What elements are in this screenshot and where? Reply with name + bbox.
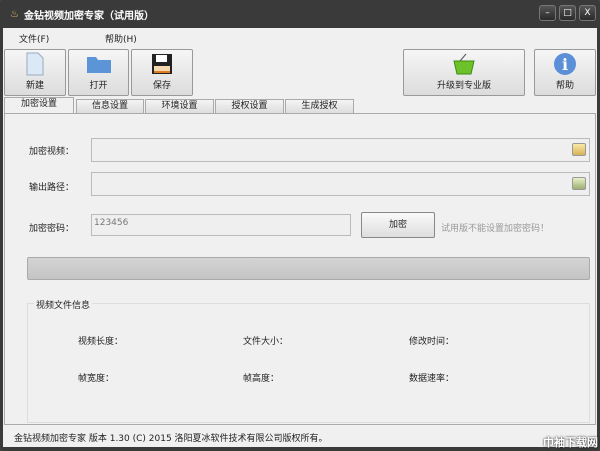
close-button[interactable]: X <box>579 5 596 21</box>
password-input[interactable]: 123456 <box>91 214 351 236</box>
tab-info-settings[interactable]: 信息设置 <box>76 99 144 113</box>
title-bar: ♨ 金钻视频加密专家（试用版） <box>10 7 154 22</box>
maximize-button[interactable]: □ <box>559 5 576 21</box>
menu-file[interactable]: 文件(F) <box>3 28 89 47</box>
app-icon: ♨ <box>10 9 19 20</box>
save-label: 保存 <box>152 81 171 91</box>
tab-license-settings[interactable]: 授权设置 <box>215 99 284 113</box>
video-label: 加密视频： <box>29 147 75 157</box>
open-label: 打开 <box>89 81 108 91</box>
floppy-disk-icon <box>152 54 172 74</box>
upgrade-button[interactable]: 升级到专业版 <box>403 49 525 96</box>
help-button[interactable]: i 帮助 <box>534 49 596 96</box>
encrypt-button[interactable]: 加密 <box>361 212 435 238</box>
tab-generate-license[interactable]: 生成授权 <box>285 99 354 113</box>
info-icon: i <box>554 53 576 75</box>
minimize-button[interactable]: – <box>539 5 556 21</box>
save-button[interactable]: 保存 <box>131 49 193 96</box>
svg-text:i: i <box>562 55 568 74</box>
folder-icon <box>86 57 111 73</box>
menu-bar: 文件(F) 帮助(H) <box>3 28 597 47</box>
password-label: 加密密码： <box>29 224 75 234</box>
open-button[interactable]: 打开 <box>68 49 129 96</box>
tab-environment-settings[interactable]: 环境设置 <box>145 99 214 113</box>
new-file-icon <box>26 52 44 76</box>
tab-bar: 加密设置 信息设置 环境设置 授权设置 生成授权 <box>3 97 597 113</box>
output-label: 输出路径： <box>29 183 75 193</box>
new-button[interactable]: 新建 <box>4 49 66 96</box>
encrypt-settings-panel: 加密视频： 输出路径： 加密密码： 123456 加密 试用版不能设置加密密码！… <box>4 113 596 425</box>
frame-height-label: 帧高度： <box>243 374 280 384</box>
help-label: 帮助 <box>555 81 574 91</box>
browse-output-icon[interactable] <box>572 177 586 190</box>
tab-encrypt-settings[interactable]: 加密设置 <box>4 97 74 113</box>
watermark: 巾袖下载网 <box>543 436 598 449</box>
frame-width-label: 帧宽度： <box>78 374 115 384</box>
video-length-label: 视频长度： <box>78 337 124 347</box>
video-input[interactable] <box>91 138 590 162</box>
trial-hint: 试用版不能设置加密密码！ <box>441 224 550 234</box>
video-info-title: 视频文件信息 <box>34 298 93 311</box>
new-label: 新建 <box>25 81 44 91</box>
shopping-basket-icon <box>453 53 475 75</box>
modified-time-label: 修改时间： <box>409 337 455 347</box>
status-bar-text: 金钻视频加密专家 版本 1.30 (C) 2015 洛阳夏冰软件技术有限公司版权… <box>14 434 328 444</box>
file-size-label: 文件大小： <box>243 337 289 347</box>
data-rate-label: 数据速率： <box>409 374 455 384</box>
browse-video-icon[interactable] <box>572 143 586 156</box>
video-info-group: 视频文件信息 视频长度： 文件大小： 修改时间： 帧宽度： 帧高度： 数据速率： <box>27 298 590 423</box>
window-title: 金钻视频加密专家（试用版） <box>23 11 154 22</box>
encrypt-progress-bar <box>27 257 590 280</box>
output-path-input[interactable] <box>91 172 590 196</box>
menu-help[interactable]: 帮助(H) <box>89 28 175 47</box>
app-window: ♨ 金钻视频加密专家（试用版） – □ X 文件(F) 帮助(H) 新建 打开 … <box>0 0 600 451</box>
upgrade-label: 升级到专业版 <box>436 81 491 91</box>
